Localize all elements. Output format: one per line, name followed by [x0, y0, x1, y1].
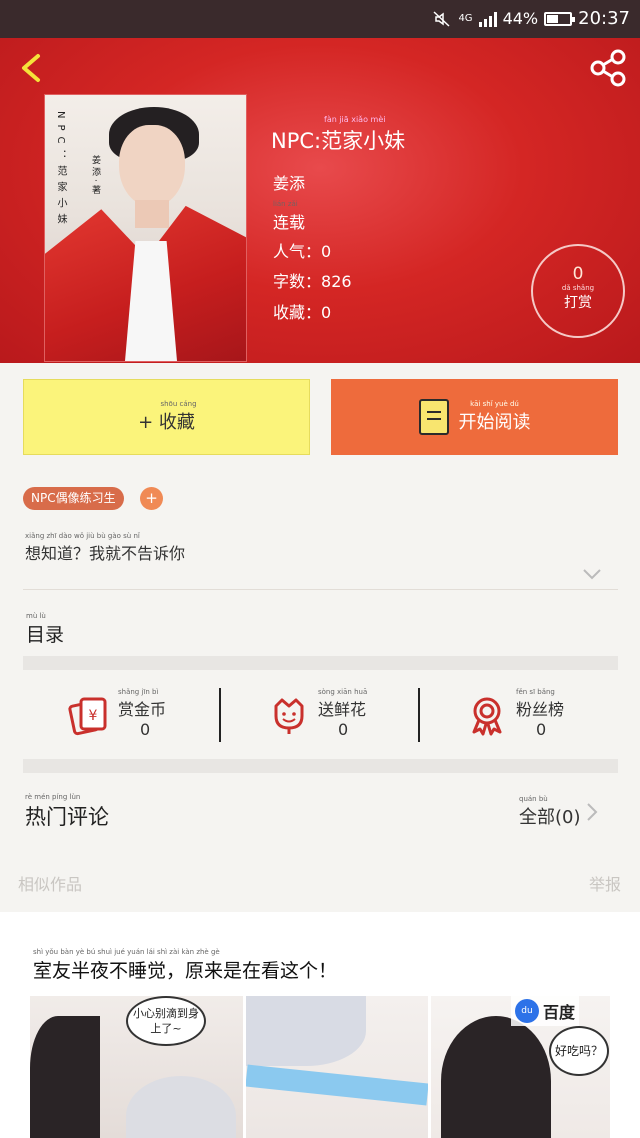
flower-icon	[274, 698, 304, 734]
cover-author-text: 姜添·著	[90, 155, 100, 197]
stat-value: 0	[536, 720, 547, 739]
mute-icon	[433, 10, 450, 27]
baidu-logo: du 百度	[511, 996, 580, 1026]
stat-label: 送鲜花	[318, 700, 367, 719]
medal-icon	[472, 697, 502, 736]
start-reading-button[interactable]: kāi shǐ yuè dú 开始阅读	[331, 379, 618, 455]
stat-coins[interactable]: ¥ shǎng jīn bì 赏金币 0	[68, 686, 248, 742]
table-of-contents-link[interactable]: mù lù 目录	[26, 612, 64, 647]
section-separator	[23, 656, 618, 670]
hot-comments-title: rè mén píng lùn 热门评论	[25, 793, 109, 829]
book-cover[interactable]: NPC：范家小妹 姜添·著	[44, 94, 247, 362]
chevron-right-icon	[586, 803, 597, 821]
share-icon[interactable]	[588, 48, 628, 88]
report-link[interactable]: 举报	[589, 871, 621, 895]
red-envelope-icon: ¥	[68, 697, 107, 736]
book-header: NPC：范家小妹 姜添·著 fàn jiā xiǎo mèi NPC:范家小妹 …	[0, 38, 640, 363]
favorite-label: + 收藏	[138, 412, 195, 433]
status-bar: 4G 44% 20:37	[0, 0, 640, 38]
start-reading-label: 开始阅读	[458, 412, 531, 433]
comic-panel: du 百度 好吃吗？	[431, 996, 610, 1138]
signal-icon	[478, 11, 497, 27]
chevron-down-icon[interactable]	[582, 567, 602, 581]
stat-value: 0	[140, 720, 151, 739]
ad-card[interactable]: shì yǒu bàn yè bú shuì jué yuán lái shì …	[0, 912, 640, 1138]
speech-bubble: 小心别滴到身上了~	[126, 996, 206, 1046]
all-comments-link[interactable]: quán bù 全部(0)	[519, 795, 599, 829]
back-chevron-icon[interactable]	[14, 50, 50, 86]
tip-label: 打赏	[564, 295, 592, 311]
book-title: fàn jiā xiǎo mèi NPC:范家小妹	[271, 115, 406, 153]
comic-panel	[246, 996, 428, 1138]
book-author[interactable]: 姜添	[273, 170, 305, 194]
favorite-button[interactable]: shōu cáng + 收藏	[23, 379, 310, 455]
favorites-row: 收藏：0	[273, 303, 332, 322]
tip-button[interactable]: 0 dǎ shǎng 打赏	[531, 244, 625, 338]
section-separator	[23, 759, 618, 773]
add-tag-button[interactable]: +	[140, 487, 163, 510]
divider	[219, 688, 221, 742]
similar-works-label: 相似作品	[18, 875, 83, 894]
cover-title-text: NPC：范家小妹	[55, 111, 66, 230]
baidu-paw-icon: du	[515, 999, 539, 1023]
tag-chip[interactable]: NPC偶像练习生	[23, 487, 124, 510]
clock: 20:37	[578, 8, 630, 29]
book-status: lián zǎi 连载	[273, 200, 306, 232]
divider	[418, 688, 420, 742]
stat-fan-ranking[interactable]: fěn sī bǎng 粉丝榜 0	[466, 686, 640, 742]
network-type: 4G	[458, 13, 473, 24]
comic-panel: 小心别滴到身上了~	[30, 996, 243, 1138]
speech-bubble: 好吃吗？	[549, 1026, 609, 1076]
word-count-row: 字数：826	[273, 272, 352, 291]
battery-percent: 44%	[502, 9, 539, 28]
ad-title: shì yǒu bàn yè bú shuì jué yuán lái shì …	[33, 948, 338, 982]
svg-text:¥: ¥	[89, 708, 98, 724]
tip-count: 0	[572, 264, 584, 284]
stat-value: 0	[338, 720, 349, 739]
stat-label: 粉丝榜	[516, 700, 565, 719]
battery-icon	[544, 11, 576, 26]
book-icon	[418, 399, 449, 435]
book-intro: xiǎng zhī dào wǒ jiù bù gào sù nǐ 想知道？我就…	[25, 532, 186, 563]
stat-flowers[interactable]: sòng xiān huā 送鲜花 0	[268, 686, 448, 742]
divider	[23, 589, 618, 590]
stat-label: 赏金币	[118, 700, 167, 719]
popularity-row: 人气：0	[273, 242, 332, 261]
